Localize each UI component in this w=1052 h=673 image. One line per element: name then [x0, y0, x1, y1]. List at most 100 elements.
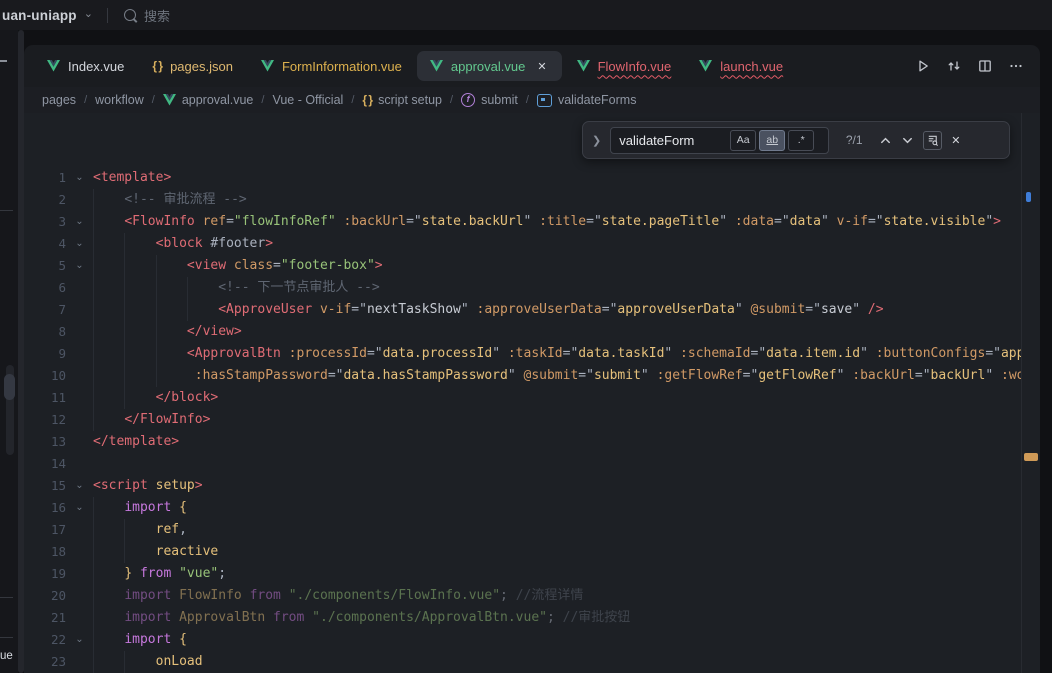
run-button[interactable]: [915, 58, 931, 74]
line-number[interactable]: 9: [24, 343, 66, 365]
tab-Index.vue[interactable]: Index.vue: [34, 51, 137, 81]
find-input[interactable]: [619, 133, 727, 148]
split-editor-button[interactable]: [977, 58, 993, 74]
regex-button[interactable]: .*: [788, 130, 814, 151]
tab-close-button[interactable]: ✕: [535, 59, 548, 74]
fold-gutter: [66, 563, 93, 585]
fold-chevron-icon[interactable]: ⌄: [66, 211, 93, 233]
open-changes-button[interactable]: [946, 58, 962, 74]
tab-FlowInfo.vue[interactable]: FlowInfo.vue: [564, 51, 685, 81]
editor[interactable]: 1⌄<template>2 <!-- 审批流程 -->3⌄ <FlowInfo …: [24, 113, 1040, 673]
tab-approval.vue[interactable]: approval.vue✕: [417, 51, 562, 81]
indent-guide: [93, 563, 94, 585]
line-number[interactable]: 17: [24, 519, 66, 541]
code-line[interactable]: 22⌄ import {: [24, 629, 1040, 651]
toggle-replace-button[interactable]: ❯: [592, 134, 601, 147]
line-number[interactable]: 3: [24, 211, 66, 233]
find-previous-button[interactable]: [879, 134, 892, 147]
line-number[interactable]: 10: [24, 365, 66, 387]
strip-file-label[interactable]: ue: [0, 650, 13, 662]
line-number[interactable]: 23: [24, 651, 66, 673]
code-line[interactable]: 1⌄<template>: [24, 167, 1040, 189]
breadcrumb-item-pages[interactable]: pages: [42, 93, 76, 107]
line-number[interactable]: 20: [24, 585, 66, 607]
breadcrumb-item-workflow[interactable]: workflow: [95, 93, 144, 107]
line-number[interactable]: 19: [24, 563, 66, 585]
find-next-button[interactable]: [901, 134, 914, 147]
line-number[interactable]: 8: [24, 321, 66, 343]
fold-chevron-icon[interactable]: ⌄: [66, 255, 93, 277]
line-number[interactable]: 1: [24, 167, 66, 189]
breadcrumb-item-vue---official[interactable]: Vue - Official: [272, 93, 343, 107]
line-number[interactable]: 2: [24, 189, 66, 211]
whole-word-button[interactable]: ab: [759, 130, 785, 151]
line-number[interactable]: 21: [24, 607, 66, 629]
breadcrumb-label: submit: [481, 93, 518, 107]
fold-chevron-icon[interactable]: ⌄: [66, 475, 93, 497]
fold-chevron-icon[interactable]: ⌄: [66, 233, 93, 255]
breadcrumb-item-script-setup[interactable]: { }script setup: [362, 93, 442, 107]
breadcrumb-item-submit[interactable]: fsubmit: [461, 93, 518, 107]
line-number[interactable]: 7: [24, 299, 66, 321]
code-line[interactable]: 4⌄ <block #footer>: [24, 233, 1040, 255]
project-switcher[interactable]: uan-uniapp: [2, 8, 77, 23]
editor-actions: [915, 58, 1032, 74]
tab-FormInformation.vue[interactable]: FormInformation.vue: [248, 51, 415, 81]
overview-ruler[interactable]: [1021, 113, 1040, 673]
line-number[interactable]: 13: [24, 431, 66, 453]
code-line[interactable]: 11 </block>: [24, 387, 1040, 409]
code-line[interactable]: 3⌄ <FlowInfo ref="flowInfoRef" :backUrl=…: [24, 211, 1040, 233]
line-number[interactable]: 15: [24, 475, 66, 497]
code-line[interactable]: 6 <!-- 下一节点审批人 -->: [24, 277, 1040, 299]
line-number[interactable]: 12: [24, 409, 66, 431]
fold-chevron-icon[interactable]: ⌄: [66, 167, 93, 189]
find-in-selection-button[interactable]: [923, 131, 942, 150]
breadcrumb-item-validateforms[interactable]: validateForms: [537, 93, 637, 107]
vue-icon: [699, 60, 712, 72]
code-line[interactable]: 17 ref,: [24, 519, 1040, 541]
code-line[interactable]: 16⌄ import {: [24, 497, 1040, 519]
line-number[interactable]: 14: [24, 453, 66, 475]
sidebar-strip[interactable]: ue: [0, 30, 18, 673]
fold-chevron-icon[interactable]: ⌄: [66, 629, 93, 651]
line-number[interactable]: 6: [24, 277, 66, 299]
breadcrumb-label: Vue - Official: [272, 93, 343, 107]
code-line[interactable]: 20 import FlowInfo from "./components/Fl…: [24, 585, 1040, 607]
code-text: import {: [93, 497, 1022, 519]
line-number[interactable]: 4: [24, 233, 66, 255]
code-line[interactable]: 12 </FlowInfo>: [24, 409, 1040, 431]
code-line[interactable]: 9 <ApprovalBtn :processId="data.processI…: [24, 343, 1040, 365]
strip-scroll-thumb[interactable]: [4, 374, 15, 400]
tab-pages.json[interactable]: { }pages.json: [139, 51, 246, 81]
code-line[interactable]: 5⌄ <view class="footer-box">: [24, 255, 1040, 277]
search-button[interactable]: 搜索: [124, 6, 170, 25]
line-number[interactable]: 5: [24, 255, 66, 277]
braces-icon: { }: [152, 59, 162, 73]
code-line[interactable]: 15⌄<script setup>: [24, 475, 1040, 497]
line-number[interactable]: 22: [24, 629, 66, 651]
fold-chevron-icon[interactable]: ⌄: [66, 497, 93, 519]
code-line[interactable]: 2 <!-- 审批流程 -->: [24, 189, 1040, 211]
find-close-button[interactable]: ✕: [951, 134, 960, 147]
indent-guide: [124, 255, 125, 277]
code-area[interactable]: 1⌄<template>2 <!-- 审批流程 -->3⌄ <FlowInfo …: [24, 113, 1040, 673]
code-line[interactable]: 23 onLoad: [24, 651, 1040, 673]
code-line[interactable]: 21 import ApprovalBtn from "./components…: [24, 607, 1040, 629]
code-text: </view>: [93, 321, 1022, 343]
match-case-button[interactable]: Aa: [730, 130, 756, 151]
tab-launch.vue[interactable]: launch.vue: [686, 51, 796, 81]
code-line[interactable]: 13</template>: [24, 431, 1040, 453]
breadcrumb-item-approval.vue[interactable]: approval.vue: [163, 93, 254, 107]
code-line[interactable]: 8 </view>: [24, 321, 1040, 343]
line-number[interactable]: 18: [24, 541, 66, 563]
code-line[interactable]: 7 <ApproveUser v-if="nextTaskShow" :appr…: [24, 299, 1040, 321]
code-line[interactable]: 19 } from "vue";: [24, 563, 1040, 585]
more-actions-button[interactable]: [1008, 58, 1024, 74]
code-line[interactable]: 14: [24, 453, 1040, 475]
code-text: </FlowInfo>: [93, 409, 1022, 431]
fold-gutter: [66, 387, 93, 409]
code-line[interactable]: 10 :hasStampPassword="data.hasStampPassw…: [24, 365, 1040, 387]
line-number[interactable]: 16: [24, 497, 66, 519]
line-number[interactable]: 11: [24, 387, 66, 409]
code-line[interactable]: 18 reactive: [24, 541, 1040, 563]
